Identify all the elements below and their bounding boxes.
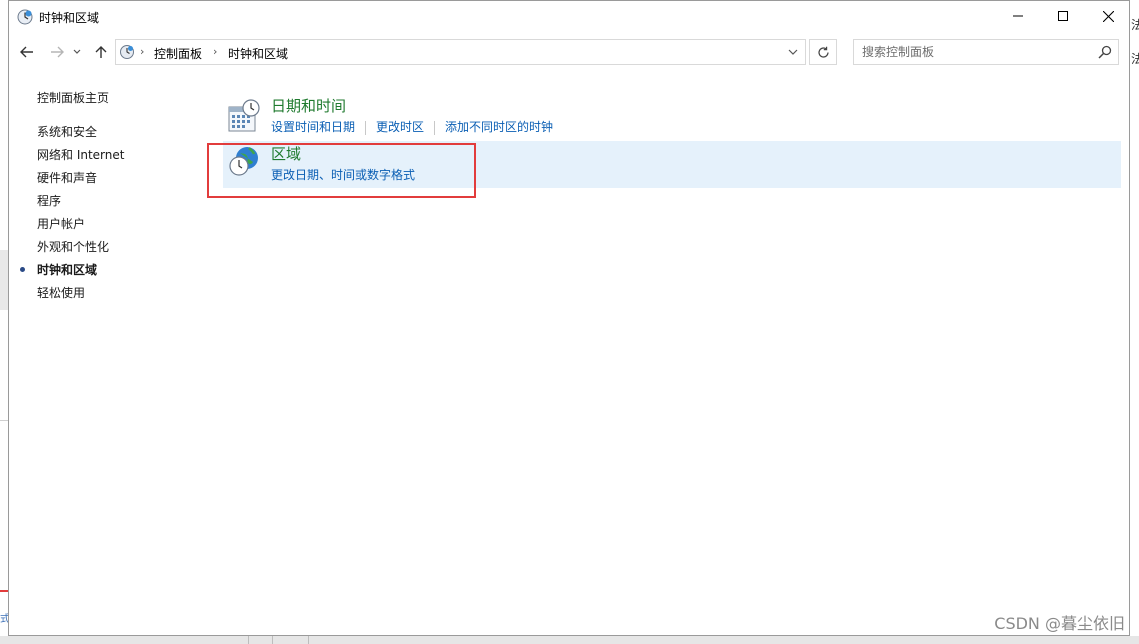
control-panel-window: 时钟和区域 › 控制面板 › 时钟和区域 搜索控制面板 控制面板主页 系统和安全… <box>8 0 1130 636</box>
navigation-bar: › 控制面板 › 时钟和区域 <box>9 35 1129 69</box>
back-arrow-icon <box>20 46 33 58</box>
up-arrow-icon <box>95 46 107 58</box>
active-bullet-icon <box>20 267 25 272</box>
category-date-time: 日期和时间 设置时间和日期 更改时区 添加不同时区的时钟 <box>223 93 1121 139</box>
background-divider <box>308 636 309 644</box>
link-change-timezone[interactable]: 更改时区 <box>376 120 424 134</box>
nav-user-accounts[interactable]: 用户帐户 <box>37 215 85 232</box>
background-panel <box>0 250 8 310</box>
breadcrumb-separator-icon: › <box>140 45 145 58</box>
chevron-down-icon <box>788 49 798 55</box>
close-icon <box>1102 10 1114 22</box>
background-right-window: 法 法 <box>1130 0 1139 644</box>
forward-button[interactable] <box>47 41 67 63</box>
search-box[interactable] <box>853 39 1119 65</box>
nav-ease-of-access[interactable]: 轻松使用 <box>37 284 85 301</box>
clock-region-icon <box>17 9 33 25</box>
maximize-button[interactable] <box>1040 1 1086 31</box>
forward-arrow-icon <box>51 46 64 58</box>
address-bar[interactable]: › 控制面板 › 时钟和区域 <box>115 39 806 65</box>
background-char: 法 <box>1131 18 1139 32</box>
nav-control-panel-home[interactable]: 控制面板主页 <box>37 89 109 106</box>
link-add-clocks[interactable]: 添加不同时区的时钟 <box>445 120 553 134</box>
background-left-window: 式 <box>0 0 52 644</box>
maximize-icon <box>1058 11 1068 21</box>
nav-hardware-sound[interactable]: 硬件和声音 <box>37 169 97 186</box>
nav-system-security[interactable]: 系统和安全 <box>37 123 97 140</box>
nav-network-internet[interactable]: 网络和 Internet <box>37 146 124 163</box>
calendar-clock-icon <box>228 99 260 132</box>
background-divider <box>272 636 273 644</box>
close-button[interactable] <box>1085 1 1131 31</box>
minimize-button[interactable] <box>995 1 1041 31</box>
chevron-down-icon <box>73 49 81 54</box>
nav-appearance[interactable]: 外观和个性化 <box>37 238 109 255</box>
breadcrumb-control-panel[interactable]: 控制面板 <box>154 45 202 62</box>
link-divider <box>365 120 367 135</box>
recent-locations-button[interactable] <box>71 41 83 63</box>
refresh-button[interactable] <box>809 39 837 65</box>
breadcrumb-separator-icon: › <box>213 45 218 58</box>
minimize-icon <box>1013 15 1023 17</box>
background-divider <box>0 420 8 421</box>
annotation-highlight-box <box>207 143 476 198</box>
control-panel-icon <box>120 45 134 59</box>
watermark: CSDN @暮尘依旧 <box>994 614 1125 633</box>
link-set-time-date[interactable]: 设置时间和日期 <box>271 120 355 134</box>
breadcrumb-clock-region[interactable]: 时钟和区域 <box>228 45 288 62</box>
refresh-icon <box>817 46 829 58</box>
address-dropdown-button[interactable] <box>781 40 805 64</box>
nav-clock-region[interactable]: 时钟和区域 <box>37 261 97 278</box>
search-input[interactable] <box>854 40 1092 64</box>
category-title[interactable]: 日期和时间 <box>271 95 346 116</box>
background-divider <box>248 636 249 644</box>
category-links: 设置时间和日期 更改时区 添加不同时区的时钟 <box>271 118 553 135</box>
nav-programs[interactable]: 程序 <box>37 192 61 209</box>
back-button[interactable] <box>17 41 37 63</box>
background-char: 法 <box>1131 52 1139 66</box>
window-title: 时钟和区域 <box>39 11 100 25</box>
up-button[interactable] <box>91 41 111 63</box>
link-divider <box>434 120 436 135</box>
title-bar[interactable]: 时钟和区域 <box>9 1 1129 33</box>
background-taskbar-edge <box>0 636 1139 644</box>
search-icon[interactable] <box>1098 45 1112 59</box>
